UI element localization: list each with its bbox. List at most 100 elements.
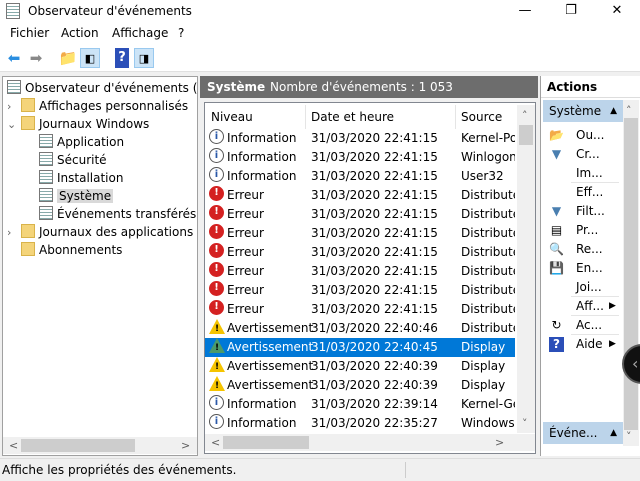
maximize-button[interactable]: ❐ bbox=[548, 0, 594, 22]
tree-item-label: Affichages personnalisés bbox=[39, 99, 189, 113]
list-horizontal-scrollbar[interactable]: < > bbox=[205, 434, 535, 451]
table-row[interactable]: !Erreur 31/03/2020 22:41:15 DistributedCOM bbox=[205, 262, 515, 281]
tree-item[interactable]: Sécurité bbox=[39, 151, 107, 169]
action-item[interactable]: ↻ Ac... bbox=[543, 316, 621, 335]
row-date: 31/03/2020 22:35:27 bbox=[311, 416, 438, 430]
tree-item[interactable]: Événements transférés bbox=[39, 205, 196, 223]
action-item[interactable]: ▤ Pr... bbox=[543, 221, 621, 240]
table-row[interactable]: !Erreur 31/03/2020 22:41:15 DistributedCOM bbox=[205, 205, 515, 224]
status-text: Affiche les propriétés des événements. bbox=[2, 463, 237, 477]
tree-item-label: Observateur d'événements (Local) bbox=[25, 81, 198, 95]
action-label: Ac... bbox=[576, 318, 603, 332]
table-row[interactable]: ! Avertissement 31/03/2020 22:40:39 Display bbox=[205, 376, 515, 395]
row-date: 31/03/2020 22:41:15 bbox=[311, 131, 438, 145]
table-row[interactable]: i Information 31/03/2020 22:41:15 User32 bbox=[205, 167, 515, 186]
actions-group-evenement[interactable]: Événe... ▲ bbox=[543, 422, 623, 444]
menu-action[interactable]: Action bbox=[61, 26, 99, 40]
row-level: Erreur bbox=[227, 302, 264, 316]
row-source: DistributedCOM bbox=[461, 264, 515, 278]
action-label: Eff... bbox=[576, 185, 604, 199]
table-row[interactable]: iInformation 31/03/2020 22:35:27 WindowsUp… bbox=[205, 414, 515, 433]
table-row[interactable]: i Information 31/03/2020 22:41:15 Winlogon bbox=[205, 148, 515, 167]
table-row[interactable]: !Erreur 31/03/2020 22:41:15 DistributedCOM bbox=[205, 186, 515, 205]
tree-item[interactable]: › Affichages personnalisés bbox=[7, 97, 188, 115]
action-item[interactable]: Im... bbox=[543, 164, 621, 183]
action-item[interactable]: 🔍 Re... bbox=[543, 240, 621, 259]
minimize-button[interactable]: — bbox=[502, 0, 548, 22]
row-source: Kernel-General bbox=[461, 397, 515, 411]
menu-fichier[interactable]: Fichier bbox=[10, 26, 49, 40]
warning-icon: ! bbox=[209, 357, 225, 372]
column-niveau[interactable]: Niveau bbox=[205, 105, 306, 129]
action-item[interactable]: Aff... ▶ bbox=[543, 297, 621, 316]
row-date: 31/03/2020 22:41:15 bbox=[311, 302, 438, 316]
table-row[interactable]: !Erreur 31/03/2020 22:41:15 DistributedCOM bbox=[205, 243, 515, 262]
tree-item[interactable]: Application bbox=[39, 133, 124, 151]
table-row[interactable]: ! Avertissement 31/03/2020 22:40:46 Distrib… bbox=[205, 319, 515, 338]
tree-item[interactable]: ⌄ Journaux Windows bbox=[7, 115, 149, 133]
show-hide-actions-icon[interactable]: ◨ bbox=[134, 48, 154, 68]
action-item[interactable]: ▼ Filt... bbox=[543, 202, 621, 221]
column-date[interactable]: Date et heure bbox=[306, 105, 456, 129]
table-row[interactable]: iInformation 31/03/2020 22:39:14 Kernel-Ge… bbox=[205, 395, 515, 414]
subscriptions-icon bbox=[21, 242, 35, 256]
forward-icon[interactable]: ➡ bbox=[26, 48, 46, 68]
error-icon: ! bbox=[209, 186, 224, 201]
row-level: Erreur bbox=[227, 283, 264, 297]
help-icon[interactable]: ? bbox=[115, 48, 129, 68]
row-level: Avertissement bbox=[227, 321, 314, 335]
chevron-icon[interactable]: › bbox=[7, 98, 21, 116]
chevron-icon[interactable]: ⌄ bbox=[7, 116, 21, 134]
column-source[interactable]: Source bbox=[456, 105, 516, 129]
submenu-arrow-icon: ▶ bbox=[609, 301, 616, 311]
row-date: 31/03/2020 22:41:15 bbox=[311, 264, 438, 278]
menu-affichage[interactable]: Affichage bbox=[112, 26, 168, 40]
table-row[interactable]: ! Avertissement 31/03/2020 22:40:45 Display bbox=[205, 338, 515, 357]
action-item[interactable]: Eff... bbox=[543, 183, 621, 202]
properties-icon: ▤ bbox=[550, 223, 563, 237]
table-row[interactable]: !Erreur 31/03/2020 22:41:15 DistributedCOM bbox=[205, 300, 515, 319]
tree-item[interactable]: Observateur d'événements (Local) bbox=[7, 79, 198, 97]
row-source: DistributedCOM bbox=[461, 207, 515, 221]
event-list: Niveau Date et heure Source i Information… bbox=[204, 102, 536, 454]
row-source: User32 bbox=[461, 169, 504, 183]
row-level: Erreur bbox=[227, 188, 264, 202]
action-item[interactable]: ? Aide ▶ bbox=[543, 335, 621, 354]
actions-title: Actions bbox=[541, 76, 640, 98]
warning-icon: ! bbox=[209, 319, 225, 334]
find-icon: 🔍 bbox=[549, 242, 564, 256]
close-button[interactable]: ✕ bbox=[594, 0, 640, 22]
error-icon: ! bbox=[209, 281, 224, 296]
tree-item[interactable]: › Journaux des applications et services bbox=[7, 223, 197, 242]
menu-help[interactable]: ? bbox=[178, 26, 184, 40]
warning-icon: ! bbox=[209, 376, 225, 391]
tree-item-label: Journaux des applications et services bbox=[39, 225, 197, 239]
table-row[interactable]: !Erreur 31/03/2020 22:41:15 DistributedCOM bbox=[205, 224, 515, 243]
action-label: Cr... bbox=[576, 147, 600, 161]
action-label: Aide bbox=[576, 337, 603, 351]
action-item[interactable]: 💾 En... bbox=[543, 259, 621, 278]
tree-item[interactable]: Système bbox=[39, 187, 114, 205]
table-row[interactable]: ! Avertissement 31/03/2020 22:40:39 Display bbox=[205, 357, 515, 376]
row-source: Winlogon bbox=[461, 150, 515, 164]
list-vertical-scrollbar[interactable]: ˄ ˅ bbox=[517, 105, 535, 433]
up-folder-icon[interactable]: 📁 bbox=[58, 48, 78, 68]
action-item[interactable]: 📂 Ou... bbox=[543, 126, 621, 145]
actions-pane: Actions Système ▲ 📂 Ou... ▼ Cr... Im... Eff...… bbox=[540, 76, 640, 456]
table-row[interactable]: !Erreur 31/03/2020 22:41:15 DistributedCOM bbox=[205, 281, 515, 300]
tree-item[interactable]: Installation bbox=[39, 169, 123, 187]
save-icon: 💾 bbox=[549, 261, 564, 275]
action-item[interactable]: ▼ Cr... bbox=[543, 145, 621, 164]
action-item[interactable]: Joi... bbox=[543, 278, 621, 297]
table-row[interactable]: i Information 31/03/2020 22:41:15 Kernel-Po… bbox=[205, 129, 515, 148]
tree-item[interactable]: Abonnements bbox=[7, 241, 122, 259]
information-icon: i bbox=[209, 148, 224, 163]
chevron-icon[interactable]: › bbox=[7, 224, 21, 242]
folder-icon bbox=[21, 224, 35, 238]
back-icon[interactable]: ⬅ bbox=[4, 48, 24, 68]
actions-group-systeme[interactable]: Système ▲ bbox=[543, 100, 623, 122]
show-hide-tree-icon[interactable]: ◧ bbox=[80, 48, 100, 68]
collapse-icon: ▲ bbox=[610, 106, 617, 116]
actions-vertical-scrollbar[interactable]: ˄ ˅ bbox=[623, 100, 639, 446]
tree-horizontal-scrollbar[interactable]: < > bbox=[3, 437, 197, 454]
